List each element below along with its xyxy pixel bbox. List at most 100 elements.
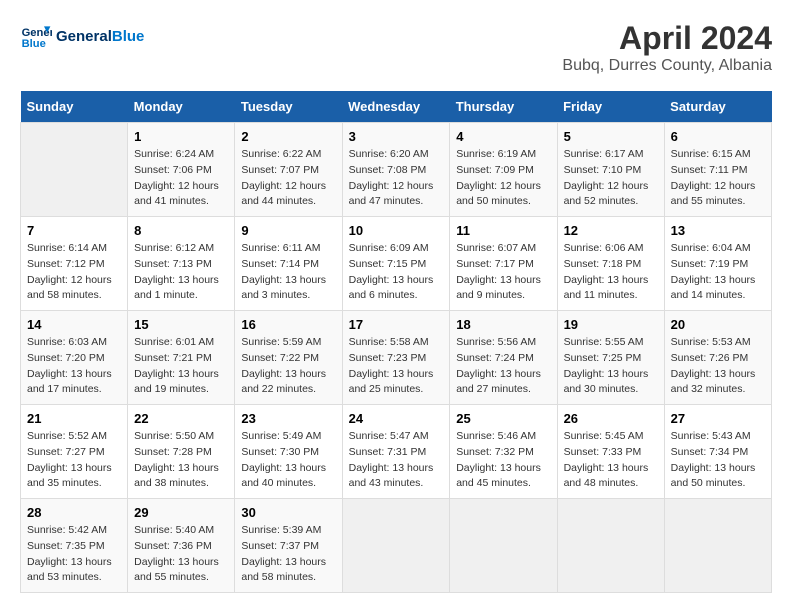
calendar-week-2: 7 Sunrise: 6:14 AMSunset: 7:12 PMDaylight… (21, 217, 772, 311)
logo-icon: General Blue (20, 20, 52, 52)
day-number: 29 (134, 505, 228, 520)
day-info: Sunrise: 5:49 AMSunset: 7:30 PMDaylight:… (241, 429, 335, 492)
day-number: 19 (564, 317, 658, 332)
calendar-week-1: 1 Sunrise: 6:24 AMSunset: 7:06 PMDaylight… (21, 123, 772, 217)
calendar-cell: 18Sunrise: 5:56 AMSunset: 7:24 PMDayligh… (450, 311, 557, 405)
weekday-header-friday: Friday (557, 91, 664, 123)
day-number: 10 (349, 223, 444, 238)
day-info: Sunrise: 6:20 AMSunset: 7:08 PMDaylight:… (349, 147, 444, 210)
day-info: Sunrise: 6:15 AMSunset: 7:11 PMDaylight:… (671, 147, 765, 210)
calendar-cell: 19 Sunrise: 5:55 AMSunset: 7:25 PMDayligh… (557, 311, 664, 405)
calendar-cell (450, 499, 557, 593)
calendar-cell: 24 Sunrise: 5:47 AMSunset: 7:31 PMDayligh… (342, 405, 450, 499)
calendar-cell (664, 499, 771, 593)
day-info: Sunrise: 5:47 AMSunset: 7:31 PMDaylight:… (349, 429, 444, 492)
day-info: Sunrise: 6:01 AMSunset: 7:21 PMDaylight:… (134, 335, 228, 398)
day-number: 5 (564, 129, 658, 144)
day-number: 25 (456, 411, 550, 426)
day-number: 22 (134, 411, 228, 426)
weekday-header-monday: Monday (128, 91, 235, 123)
day-info: Sunrise: 6:06 AMSunset: 7:18 PMDaylight:… (564, 241, 658, 304)
weekday-header-saturday: Saturday (664, 91, 771, 123)
day-number: 18 (456, 317, 550, 332)
calendar-cell: 3 Sunrise: 6:20 AMSunset: 7:08 PMDaylight… (342, 123, 450, 217)
day-info: Sunrise: 6:03 AMSunset: 7:20 PMDaylight:… (27, 335, 121, 398)
day-number: 28 (27, 505, 121, 520)
day-info: Sunrise: 5:40 AMSunset: 7:36 PMDaylight:… (134, 523, 228, 586)
day-number: 9 (241, 223, 335, 238)
day-info: Sunrise: 5:58 AMSunset: 7:23 PMDaylight:… (349, 335, 444, 398)
calendar-cell: 4 Sunrise: 6:19 AMSunset: 7:09 PMDaylight… (450, 123, 557, 217)
day-number: 3 (349, 129, 444, 144)
logo: General Blue GeneralBlue (20, 20, 144, 52)
day-number: 17 (349, 317, 444, 332)
day-number: 23 (241, 411, 335, 426)
calendar-cell: 13Sunrise: 6:04 AMSunset: 7:19 PMDayligh… (664, 217, 771, 311)
calendar-title: April 2024 (562, 20, 772, 57)
logo-text: GeneralBlue (56, 28, 144, 45)
day-number: 12 (564, 223, 658, 238)
calendar-cell: 5 Sunrise: 6:17 AMSunset: 7:10 PMDaylight… (557, 123, 664, 217)
day-info: Sunrise: 6:19 AMSunset: 7:09 PMDaylight:… (456, 147, 550, 210)
day-number: 6 (671, 129, 765, 144)
calendar-cell: 16 Sunrise: 5:59 AMSunset: 7:22 PMDayligh… (235, 311, 342, 405)
day-info: Sunrise: 5:53 AMSunset: 7:26 PMDaylight:… (671, 335, 765, 398)
day-info: Sunrise: 5:59 AMSunset: 7:22 PMDaylight:… (241, 335, 335, 398)
calendar-subtitle: Bubq, Durres County, Albania (562, 57, 772, 75)
calendar-cell: 22 Sunrise: 5:50 AMSunset: 7:28 PMDayligh… (128, 405, 235, 499)
day-number: 7 (27, 223, 121, 238)
weekday-header-wednesday: Wednesday (342, 91, 450, 123)
day-number: 15 (134, 317, 228, 332)
weekday-header-sunday: Sunday (21, 91, 128, 123)
day-number: 1 (134, 129, 228, 144)
calendar-cell: 25 Sunrise: 5:46 AMSunset: 7:32 PMDayligh… (450, 405, 557, 499)
calendar-cell: 20 Sunrise: 5:53 AMSunset: 7:26 PMDayligh… (664, 311, 771, 405)
calendar-cell: 30 Sunrise: 5:39 AMSunset: 7:37 PMDayligh… (235, 499, 342, 593)
day-info: Sunrise: 6:22 AMSunset: 7:07 PMDaylight:… (241, 147, 335, 210)
day-info: Sunrise: 5:45 AMSunset: 7:33 PMDaylight:… (564, 429, 658, 492)
calendar-cell: 26 Sunrise: 5:45 AMSunset: 7:33 PMDayligh… (557, 405, 664, 499)
day-number: 21 (27, 411, 121, 426)
day-info: Sunrise: 5:50 AMSunset: 7:28 PMDaylight:… (134, 429, 228, 492)
calendar-cell: 10 Sunrise: 6:09 AMSunset: 7:15 PMDayligh… (342, 217, 450, 311)
day-number: 26 (564, 411, 658, 426)
day-number: 24 (349, 411, 444, 426)
day-number: 14 (27, 317, 121, 332)
day-info: Sunrise: 6:14 AMSunset: 7:12 PMDaylight:… (27, 241, 121, 304)
calendar-cell: 15 Sunrise: 6:01 AMSunset: 7:21 PMDayligh… (128, 311, 235, 405)
calendar-cell (21, 123, 128, 217)
calendar-week-4: 21 Sunrise: 5:52 AMSunset: 7:27 PMDayligh… (21, 405, 772, 499)
calendar-table: SundayMondayTuesdayWednesdayThursdayFrid… (20, 91, 772, 593)
day-info: Sunrise: 6:07 AMSunset: 7:17 PMDaylight:… (456, 241, 550, 304)
day-info: Sunrise: 5:55 AMSunset: 7:25 PMDaylight:… (564, 335, 658, 398)
calendar-week-3: 14 Sunrise: 6:03 AMSunset: 7:20 PMDayligh… (21, 311, 772, 405)
day-info: Sunrise: 6:11 AMSunset: 7:14 PMDaylight:… (241, 241, 335, 304)
weekday-header-tuesday: Tuesday (235, 91, 342, 123)
day-info: Sunrise: 6:09 AMSunset: 7:15 PMDaylight:… (349, 241, 444, 304)
day-info: Sunrise: 6:17 AMSunset: 7:10 PMDaylight:… (564, 147, 658, 210)
day-number: 11 (456, 223, 550, 238)
day-number: 20 (671, 317, 765, 332)
day-number: 30 (241, 505, 335, 520)
weekday-header-row: SundayMondayTuesdayWednesdayThursdayFrid… (21, 91, 772, 123)
day-info: Sunrise: 6:24 AMSunset: 7:06 PMDaylight:… (134, 147, 228, 210)
day-info: Sunrise: 5:43 AMSunset: 7:34 PMDaylight:… (671, 429, 765, 492)
day-info: Sunrise: 5:42 AMSunset: 7:35 PMDaylight:… (27, 523, 121, 586)
svg-text:Blue: Blue (22, 38, 46, 50)
weekday-header-thursday: Thursday (450, 91, 557, 123)
day-number: 16 (241, 317, 335, 332)
day-number: 4 (456, 129, 550, 144)
day-info: Sunrise: 6:04 AMSunset: 7:19 PMDaylight:… (671, 241, 765, 304)
day-info: Sunrise: 5:39 AMSunset: 7:37 PMDaylight:… (241, 523, 335, 586)
calendar-cell: 6 Sunrise: 6:15 AMSunset: 7:11 PMDaylight… (664, 123, 771, 217)
calendar-cell: 7 Sunrise: 6:14 AMSunset: 7:12 PMDaylight… (21, 217, 128, 311)
day-number: 27 (671, 411, 765, 426)
day-info: Sunrise: 5:52 AMSunset: 7:27 PMDaylight:… (27, 429, 121, 492)
calendar-cell: 9 Sunrise: 6:11 AMSunset: 7:14 PMDaylight… (235, 217, 342, 311)
calendar-cell: 1 Sunrise: 6:24 AMSunset: 7:06 PMDaylight… (128, 123, 235, 217)
calendar-cell: 27 Sunrise: 5:43 AMSunset: 7:34 PMDayligh… (664, 405, 771, 499)
day-info: Sunrise: 5:46 AMSunset: 7:32 PMDaylight:… (456, 429, 550, 492)
calendar-cell: 17 Sunrise: 5:58 AMSunset: 7:23 PMDayligh… (342, 311, 450, 405)
calendar-cell: 23 Sunrise: 5:49 AMSunset: 7:30 PMDayligh… (235, 405, 342, 499)
calendar-cell: 14 Sunrise: 6:03 AMSunset: 7:20 PMDayligh… (21, 311, 128, 405)
